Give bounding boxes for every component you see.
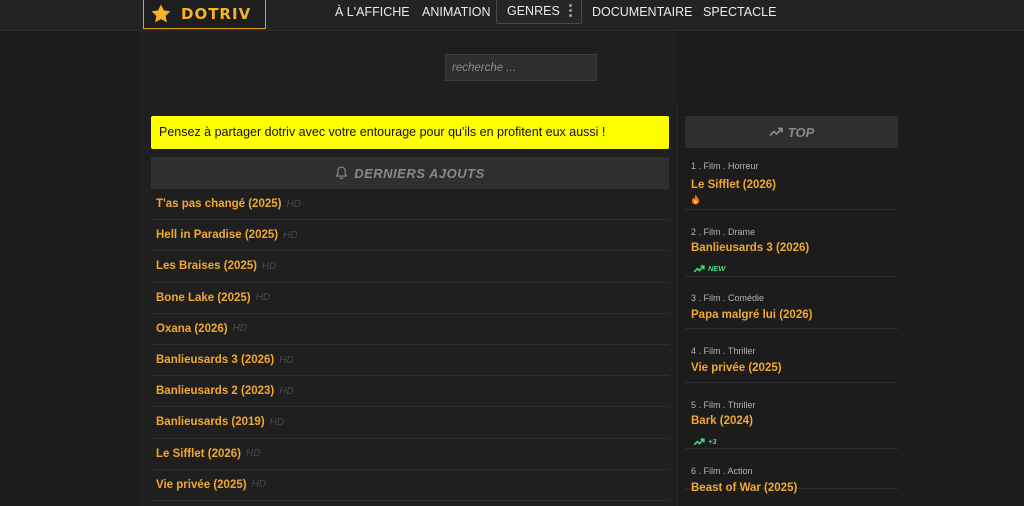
top-list: 1 . Film . Horreur Le Sifflet (2026) 2 . F… <box>685 150 898 494</box>
list-item[interactable]: Banlieusards 2 (2023) HD <box>151 376 669 408</box>
list-item[interactable]: Les Braises (2025) HD <box>151 251 669 283</box>
top-navbar: DOTRIV À L'AFFICHE ANIMATION GENRES DOCU… <box>0 0 1024 31</box>
top-item-meta: 5 . Film . Thriller <box>691 400 756 410</box>
top-item[interactable]: 1 . Film . Horreur Le Sifflet (2026) <box>685 150 898 210</box>
fire-icon <box>691 194 700 205</box>
latest-item-title[interactable]: Hell in Paradise (2025) <box>156 229 278 241</box>
nav-item-documentaire[interactable]: DOCUMENTAIRE <box>592 0 692 24</box>
top-item[interactable]: 5 . Film . Thriller Bark (2024) +3 <box>685 383 898 449</box>
list-item[interactable]: Banlieusards 3 (2026) HD <box>151 345 669 377</box>
hd-badge: HD <box>255 292 271 304</box>
nav-item-animation[interactable]: ANIMATION <box>422 0 491 24</box>
site-logo-text: DOTRIV <box>181 4 252 23</box>
list-item[interactable]: Le Sifflet (2026) HD <box>151 439 669 470</box>
latest-item-title[interactable]: Banlieusards (2019) <box>156 416 265 428</box>
hd-badge: HD <box>246 448 261 460</box>
search-input[interactable] <box>445 54 597 81</box>
top-item-title[interactable]: Bark (2024) <box>691 415 753 427</box>
bell-icon <box>336 166 348 180</box>
latest-item-title[interactable]: Le Sifflet (2026) <box>156 448 241 460</box>
top-item-meta: 3 . Film . Comédie <box>691 293 765 303</box>
nav-genres-dropdown[interactable]: GENRES <box>496 0 582 24</box>
top-section-header: TOP <box>685 116 898 148</box>
top-item-title[interactable]: Vie privée (2025) <box>691 362 782 374</box>
top-item[interactable]: 6 . Film . Action Beast of War (2025) <box>685 449 898 494</box>
hd-badge: HD <box>262 260 277 272</box>
top-item[interactable]: 3 . Film . Comédie Papa malgré lui (2026) <box>685 277 898 329</box>
top-item-title[interactable]: Banlieusards 3 (2026) <box>691 242 809 254</box>
star-icon <box>151 3 171 22</box>
kebab-menu-icon <box>569 4 572 18</box>
list-item[interactable]: Hell in Paradise (2025) HD <box>151 220 669 252</box>
list-item[interactable]: Bone Lake (2025) HD <box>151 283 669 314</box>
latest-section-header: DERNIERS AJOUTS <box>151 157 669 189</box>
top-item[interactable]: 4 . Film . Thriller Vie privée (2025) <box>685 329 898 383</box>
nav-item-spectacle[interactable]: SPECTACLE <box>703 0 776 24</box>
trending-up-icon <box>693 264 705 272</box>
hd-badge: HD <box>269 416 285 428</box>
list-item[interactable]: Vie privée (2025) HD <box>151 470 669 501</box>
top-section-title: TOP <box>787 124 815 140</box>
trend-badge-text: +3 <box>708 437 717 446</box>
latest-item-title[interactable]: Les Braises (2025) <box>156 260 257 272</box>
latest-item-title[interactable]: Banlieusards 2 (2023) <box>156 385 274 397</box>
top-item-title[interactable]: Le Sifflet (2026) <box>691 179 776 191</box>
latest-section-title: DERNIERS AJOUTS <box>354 165 485 181</box>
trending-up-icon <box>769 127 783 137</box>
top-item[interactable]: 2 . Film . Drame Banlieusards 3 (2026) NEW <box>685 210 898 277</box>
sidebar-divider <box>677 108 678 506</box>
top-item-meta: 1 . Film . Horreur <box>691 161 759 171</box>
list-item[interactable]: Oxana (2026) HD <box>151 314 669 345</box>
top-item-title[interactable]: Beast of War (2025) <box>691 482 797 494</box>
latest-list: T'as pas changé (2025) HD Hell in Paradise… <box>151 189 669 501</box>
latest-item-title[interactable]: Banlieusards 3 (2026) <box>156 354 274 366</box>
nav-genres-label: GENRES <box>507 4 560 18</box>
latest-item-title[interactable]: T'as pas changé (2025) <box>156 198 281 210</box>
latest-item-title[interactable]: Oxana (2026) <box>156 323 228 335</box>
hd-badge: HD <box>279 354 294 366</box>
hd-badge: HD <box>251 479 267 491</box>
list-item[interactable]: Banlieusards (2019) HD <box>151 407 669 439</box>
latest-item-title[interactable]: Vie privée (2025) <box>156 479 247 491</box>
hd-badge: HD <box>286 198 301 210</box>
hd-badge: HD <box>232 323 248 335</box>
hd-badge: HD <box>279 385 294 397</box>
top-item-meta: 2 . Film . Drame <box>691 227 756 237</box>
top-item-meta: 4 . Film . Thriller <box>691 346 756 356</box>
top-item-title[interactable]: Papa malgré lui (2026) <box>691 309 812 321</box>
latest-item-title[interactable]: Bone Lake (2025) <box>156 292 251 304</box>
trend-badge: +3 <box>693 437 717 446</box>
trend-badge: NEW <box>693 264 726 273</box>
trend-badge-text: NEW <box>708 264 726 273</box>
trending-up-icon <box>693 437 705 445</box>
nav-item-a-laffiche[interactable]: À L'AFFICHE <box>335 0 410 24</box>
top-item-meta: 6 . Film . Action <box>691 466 753 476</box>
share-notice: Pensez à partager dotriv avec votre ento… <box>151 116 669 149</box>
list-item[interactable]: T'as pas changé (2025) HD <box>151 189 669 221</box>
site-logo[interactable]: DOTRIV <box>143 0 266 29</box>
hd-badge: HD <box>283 229 298 241</box>
